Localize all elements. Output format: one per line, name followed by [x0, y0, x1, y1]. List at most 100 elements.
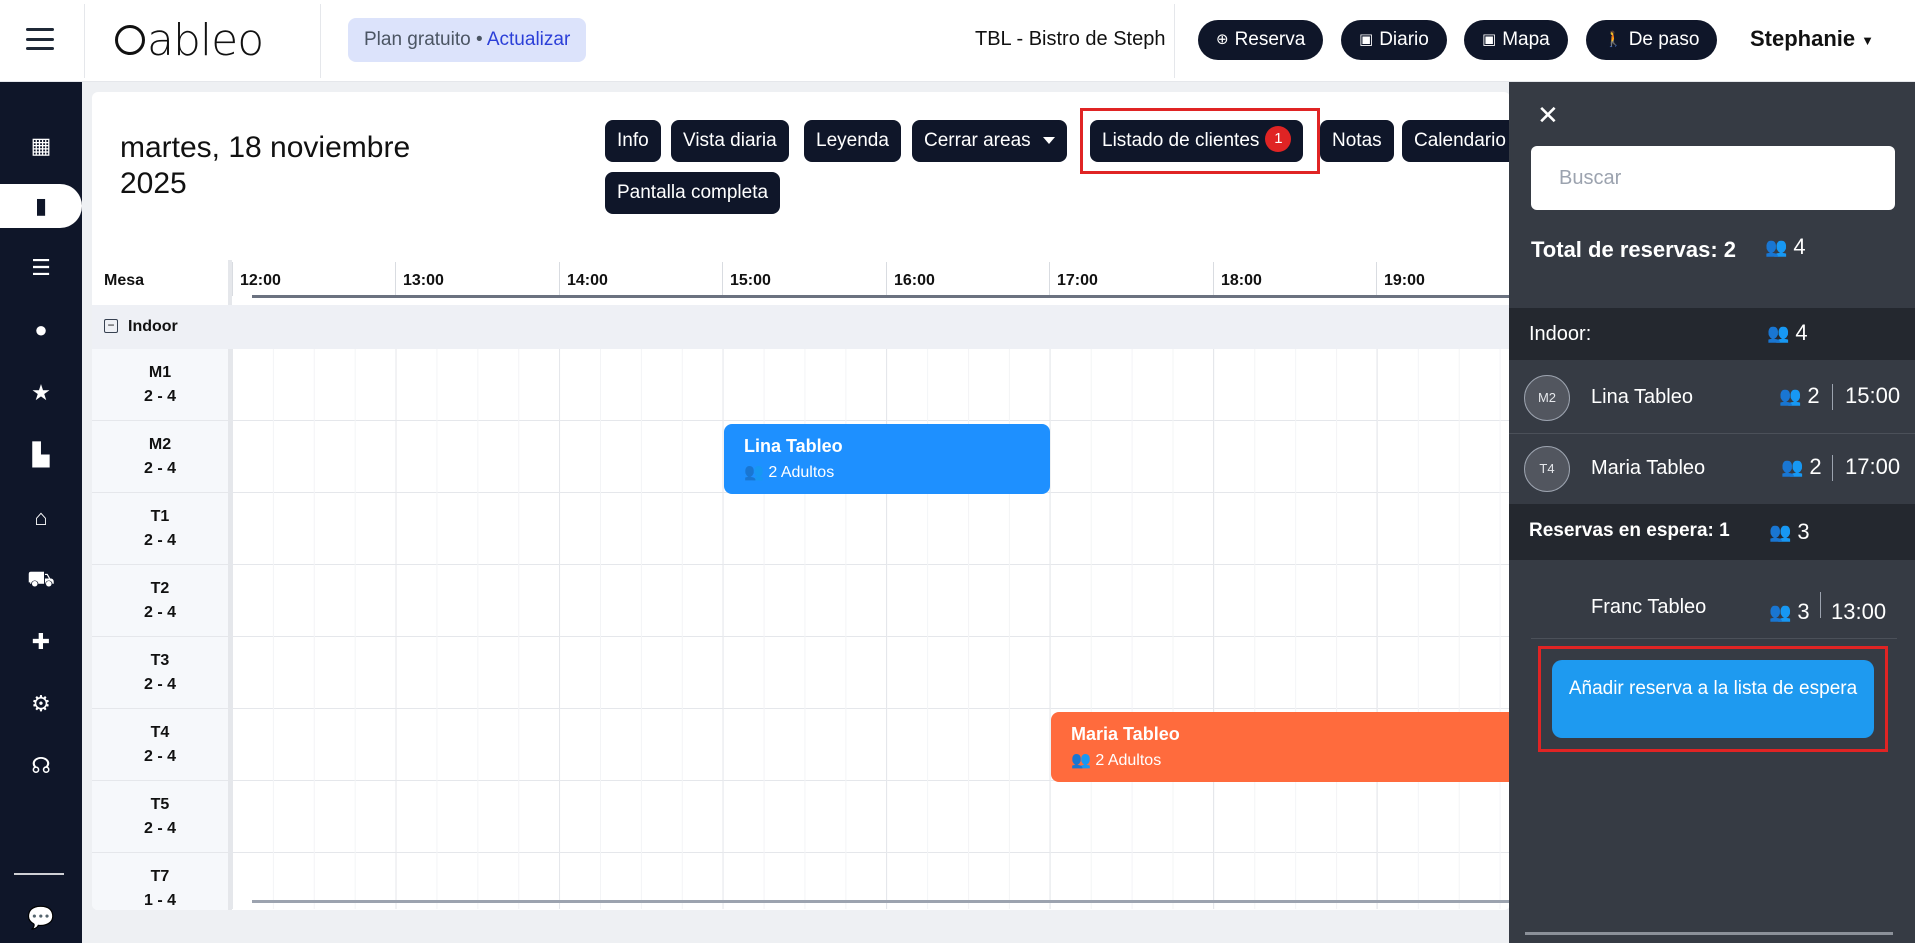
star-icon[interactable]: ★: [0, 371, 82, 415]
calendar-icon: ▣: [1482, 31, 1497, 48]
divider: [320, 4, 321, 78]
people-count: 👥 4: [1767, 320, 1808, 345]
notes-button[interactable]: Notas: [1320, 120, 1394, 162]
reservation-item[interactable]: T4 Maria Tableo 👥 2 17:00: [1509, 433, 1915, 504]
booking-block-lina[interactable]: Lina Tableo 👥 2 Adultos: [724, 424, 1050, 494]
user-menu[interactable]: Stephanie ▼: [1750, 26, 1874, 52]
restaurant-name[interactable]: TBL - Bistro de Steph: [975, 28, 1165, 51]
gear-icon[interactable]: ⚙: [0, 682, 82, 726]
sidebar: ▦ ▮ ☰ ● ★ ▙ ⌂ ⛟ ✚ ⚙ ☊ 💬: [0, 82, 82, 943]
divider: [1174, 4, 1175, 78]
legend-button[interactable]: Leyenda: [804, 120, 901, 162]
hour-label: 19:00: [1384, 272, 1425, 289]
hour-label: 14:00: [567, 272, 608, 289]
people-icon: 👥: [1781, 456, 1804, 477]
daily-button[interactable]: ▣ Diario: [1341, 20, 1447, 60]
table-row-label: T4 2 - 4: [92, 709, 228, 781]
table-row-label: M1 2 - 4: [92, 349, 228, 421]
upgrade-link[interactable]: Actualizar: [487, 29, 570, 50]
headset-icon[interactable]: ☊: [0, 744, 82, 788]
hour-tick: [232, 262, 233, 296]
walk-in-button[interactable]: 🚶 De paso: [1586, 20, 1718, 60]
timeline-scrollbar-top[interactable]: [252, 295, 1510, 298]
fullscreen-button[interactable]: Pantalla completa: [605, 172, 781, 214]
table-row-label: M2 2 - 4: [92, 421, 228, 493]
user-icon[interactable]: ●: [0, 308, 82, 352]
hour-tick: [395, 262, 396, 296]
divider: [1832, 384, 1833, 410]
chart-icon[interactable]: ▙: [0, 433, 82, 477]
caret-down-icon: [1042, 137, 1055, 145]
client-list-button[interactable]: Listado de clientes 1: [1090, 120, 1304, 162]
page-date: martes, 18 noviembre 2025: [120, 131, 411, 200]
hour-tick: [1213, 262, 1214, 296]
info-button[interactable]: Info: [605, 120, 661, 162]
hour-label: 18:00: [1221, 272, 1262, 289]
guests-icon: 👥: [744, 464, 764, 481]
search-input[interactable]: [1531, 146, 1895, 210]
booking-name: Lina Tableo: [744, 436, 843, 456]
waiting-name: Franc Tableo: [1591, 596, 1707, 618]
timeline-scrollbar[interactable]: [252, 900, 1510, 903]
area-row-indoor: − Indoor: [92, 305, 1510, 349]
reservation-name: Lina Tableo: [1591, 386, 1693, 408]
hour-tick: [559, 262, 560, 296]
hour-tick: [1376, 262, 1377, 296]
chat-icon[interactable]: 💬: [0, 896, 82, 940]
list-icon[interactable]: ☰: [0, 246, 82, 290]
waiting-label: Reservas en espera: 1: [1529, 520, 1730, 541]
dashboard-icon[interactable]: ▦: [0, 124, 82, 168]
plan-text: Plan gratuito •: [364, 29, 483, 50]
map-button[interactable]: ▣ Mapa: [1464, 20, 1568, 60]
reservation-item[interactable]: M2 Lina Tableo 👥 2 15:00: [1509, 362, 1915, 433]
divider: [1820, 592, 1821, 618]
calendar-button[interactable]: Calendario: [1402, 120, 1510, 162]
plus-circle-icon: ⊕: [1216, 31, 1229, 48]
area-label: Indoor:: [1529, 323, 1592, 345]
people-icon: 👥: [1765, 236, 1788, 257]
table-avatar: T4: [1524, 446, 1570, 492]
people-icon: 👥: [1767, 322, 1790, 343]
add-waitlist-button[interactable]: Añadir reserva a la lista de espera: [1552, 660, 1874, 738]
daily-view-button[interactable]: Vista diaria: [671, 120, 789, 162]
divider: [84, 4, 85, 78]
panel-scrollbar[interactable]: [1525, 932, 1893, 935]
book-icon[interactable]: ▮: [0, 184, 82, 228]
table-row-label: T3 2 - 4: [92, 637, 228, 709]
divider: [1531, 638, 1897, 639]
menu-icon[interactable]: [26, 28, 54, 50]
table-row-label: T5 2 - 4: [92, 781, 228, 853]
reservation-name: Maria Tableo: [1591, 457, 1706, 479]
waiting-time: 13:00: [1831, 599, 1887, 624]
top-bar: ableo Plan gratuito • Actualizar TBL - B…: [0, 0, 1915, 82]
waiting-item[interactable]: Franc Tableo 👥 3 13:00: [1509, 576, 1915, 647]
logo[interactable]: ableo: [115, 15, 264, 66]
people-icon: 👥: [1779, 385, 1802, 406]
logo-text: ableo: [147, 15, 264, 66]
hour-label: 16:00: [894, 272, 935, 289]
booking-guests: 2 Adultos: [1095, 752, 1162, 769]
table-row-label: T1 2 - 4: [92, 493, 228, 565]
plan-badge[interactable]: Plan gratuito • Actualizar: [348, 18, 587, 62]
hour-label: 17:00: [1057, 272, 1098, 289]
area-label: Indoor: [128, 318, 178, 335]
reservation-time: 17:00: [1845, 454, 1901, 479]
timeline-header: Mesa 12:00 13:00 14:00 15:00 16:00 17:00…: [92, 260, 1510, 296]
people-count: 👥 4: [1765, 234, 1806, 259]
close-areas-dropdown[interactable]: Cerrar areas: [912, 120, 1067, 162]
main-panel: martes, 18 noviembre 2025 Info Vista dia…: [92, 92, 1510, 910]
caret-down-icon: ▼: [1861, 32, 1875, 48]
table-row-label: T2 2 - 4: [92, 565, 228, 637]
hour-label: 15:00: [730, 272, 771, 289]
area-band-indoor: Indoor: 👥 4: [1509, 308, 1915, 360]
booking-block-maria[interactable]: Maria Tableo 👥 2 Adultos: [1051, 712, 1510, 782]
table-column-header: Mesa: [104, 272, 145, 289]
puzzle-icon[interactable]: ✚: [0, 620, 82, 664]
bell-icon[interactable]: ⌂: [0, 496, 82, 540]
hour-label: 13:00: [403, 272, 444, 289]
close-icon[interactable]: ✕: [1537, 100, 1559, 130]
collapse-icon[interactable]: −: [104, 319, 118, 333]
notification-badge: 1: [1265, 126, 1292, 153]
new-reservation-button[interactable]: ⊕ Reserva: [1198, 20, 1324, 60]
cart-icon[interactable]: ⛟: [0, 558, 82, 602]
